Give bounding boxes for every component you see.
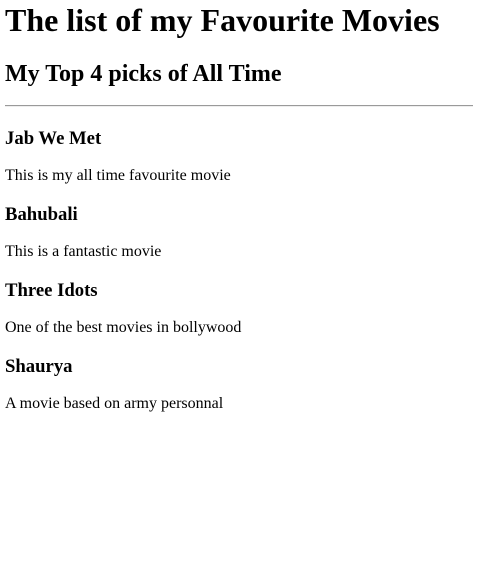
movie-title: Bahubali <box>5 204 78 225</box>
section-divider <box>5 105 473 107</box>
page-title: The list of my Favourite Movies <box>5 2 440 38</box>
movie-description: A movie based on army personnal <box>5 395 224 412</box>
page-subtitle: My Top 4 picks of All Time <box>5 61 282 87</box>
movie-title: Three Idots <box>5 280 98 301</box>
movie-title: Jab We Met <box>5 128 102 149</box>
movie-description: This is my all time favourite movie <box>5 167 231 184</box>
movie-description: One of the best movies in bollywood <box>5 319 242 336</box>
movie-item: Bahubali This is a fantastic movie <box>5 204 473 261</box>
movie-item: Jab We Met This is my all time favourite… <box>5 128 473 185</box>
page-content: The list of my Favourite Movies My Top 4… <box>0 0 478 413</box>
movie-title: Shaurya <box>5 356 73 377</box>
movie-item: Shaurya A movie based on army personnal <box>5 356 473 413</box>
movie-description: This is a fantastic movie <box>5 243 162 260</box>
movie-list: Jab We Met This is my all time favourite… <box>5 128 473 413</box>
movie-item: Three Idots One of the best movies in bo… <box>5 280 473 337</box>
